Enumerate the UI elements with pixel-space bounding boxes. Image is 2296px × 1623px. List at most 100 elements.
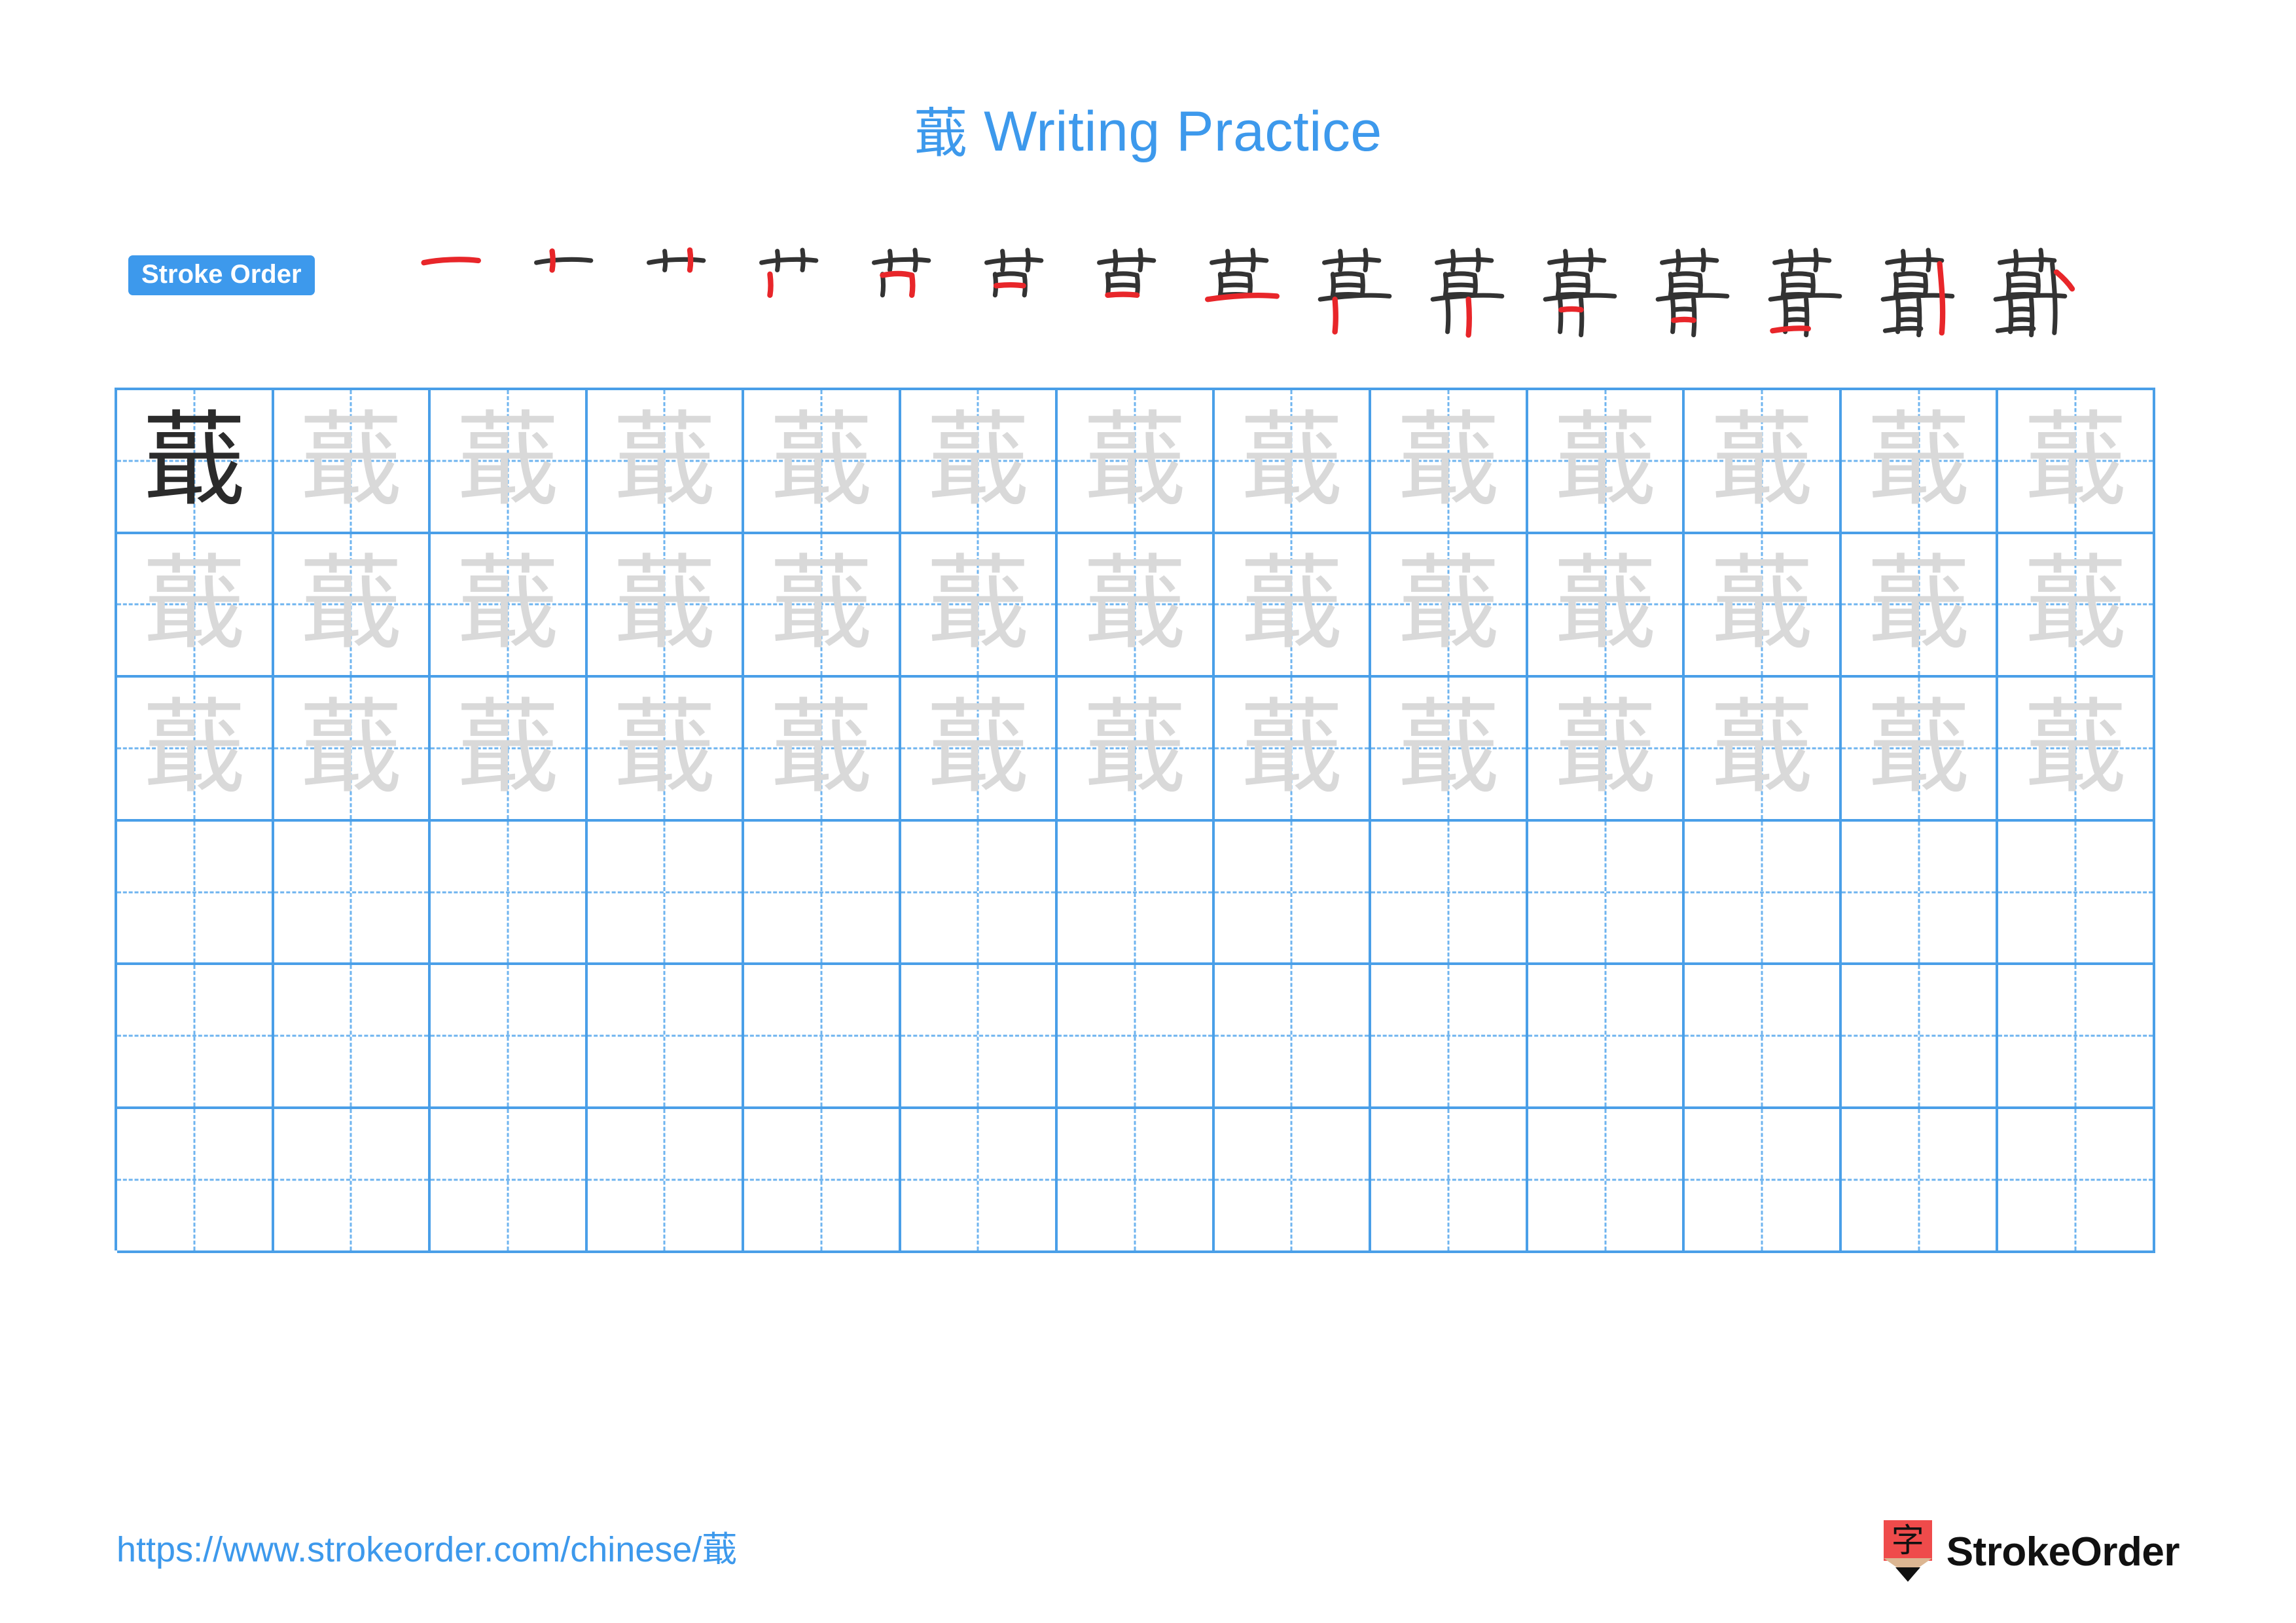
practice-cell[interactable]: 蕺 xyxy=(274,390,431,534)
stroke-existing xyxy=(647,257,706,265)
practice-cell[interactable] xyxy=(1841,965,1999,1109)
practice-cell[interactable]: 蕺 xyxy=(744,678,901,822)
stroke-existing xyxy=(872,257,931,265)
practice-cell[interactable] xyxy=(1528,1108,1685,1253)
practice-cell[interactable] xyxy=(431,965,588,1109)
stroke-existing xyxy=(534,257,594,265)
practice-cell[interactable]: 蕺 xyxy=(431,534,588,678)
trace-character: 蕺 xyxy=(2024,687,2128,809)
practice-cell[interactable] xyxy=(587,965,745,1109)
practice-cell[interactable] xyxy=(274,821,431,966)
practice-cell[interactable]: 蕺 xyxy=(901,390,1058,534)
practice-cell[interactable]: 蕺 xyxy=(1685,534,1842,678)
practice-cell[interactable]: 蕺 xyxy=(1214,534,1372,678)
practice-cell[interactable] xyxy=(117,1108,274,1253)
practice-cell[interactable]: 蕺 xyxy=(901,534,1058,678)
practice-cell[interactable] xyxy=(1058,1108,1215,1253)
practice-cell[interactable] xyxy=(1685,821,1842,966)
practice-cell[interactable]: 蕺 xyxy=(744,390,901,534)
practice-cell[interactable]: 蕺 xyxy=(1058,390,1215,534)
practice-cell[interactable]: 蕺 xyxy=(1058,678,1215,822)
practice-cell[interactable]: 蕺 xyxy=(1841,534,1999,678)
practice-cell[interactable]: 蕺 xyxy=(117,390,274,534)
trace-character: 蕺 xyxy=(1867,544,1971,665)
practice-cell[interactable]: 蕺 xyxy=(587,534,745,678)
practice-cell[interactable]: 蕺 xyxy=(1841,390,1999,534)
stroke-existing xyxy=(1998,257,2057,265)
practice-cell[interactable] xyxy=(1998,821,2155,966)
practice-cell[interactable] xyxy=(744,821,901,966)
practice-cell[interactable]: 蕺 xyxy=(1528,534,1685,678)
practice-cell[interactable] xyxy=(274,965,431,1109)
practice-cell[interactable] xyxy=(587,1108,745,1253)
practice-cell[interactable] xyxy=(1058,965,1215,1109)
practice-cell[interactable] xyxy=(1371,821,1528,966)
stroke-existing xyxy=(1435,257,1494,265)
practice-cell[interactable] xyxy=(901,821,1058,966)
practice-cell[interactable] xyxy=(1528,821,1685,966)
cell-horizontal-guide xyxy=(117,891,272,894)
practice-cell[interactable] xyxy=(1685,1108,1842,1253)
practice-cell[interactable] xyxy=(1998,965,2155,1109)
practice-cell[interactable]: 蕺 xyxy=(1998,390,2155,534)
practice-cell[interactable]: 蕺 xyxy=(1685,390,1842,534)
practice-cell[interactable]: 蕺 xyxy=(431,678,588,822)
footer-url[interactable]: https://www.strokeorder.com/chinese/蕺 xyxy=(117,1529,737,1571)
cell-horizontal-guide xyxy=(274,1178,429,1181)
stroke-order-step xyxy=(966,234,1079,350)
practice-cell[interactable] xyxy=(1214,965,1372,1109)
practice-cell[interactable] xyxy=(117,965,274,1109)
practice-cell[interactable] xyxy=(1058,821,1215,966)
practice-cell[interactable]: 蕺 xyxy=(1685,678,1842,822)
practice-cell[interactable] xyxy=(744,965,901,1109)
stroke-highlight xyxy=(880,270,916,298)
practice-cell[interactable] xyxy=(1998,1108,2155,1253)
practice-cell[interactable]: 蕺 xyxy=(274,678,431,822)
practice-cell[interactable]: 蕺 xyxy=(274,534,431,678)
practice-cell[interactable] xyxy=(1214,1108,1372,1253)
pencil-icon: 字 xyxy=(1883,1520,1932,1583)
practice-cell[interactable] xyxy=(1841,821,1999,966)
practice-cell[interactable]: 蕺 xyxy=(587,390,745,534)
stroke-highlight xyxy=(687,247,694,273)
practice-cell[interactable] xyxy=(901,1108,1058,1253)
practice-cell[interactable] xyxy=(1841,1108,1999,1253)
practice-cell[interactable]: 蕺 xyxy=(1528,390,1685,534)
practice-cell[interactable] xyxy=(1528,965,1685,1109)
practice-cell[interactable]: 蕺 xyxy=(901,678,1058,822)
practice-cell[interactable] xyxy=(744,1108,901,1253)
practice-cell[interactable] xyxy=(901,965,1058,1109)
trace-character: 蕺 xyxy=(299,687,403,809)
trace-character: 蕺 xyxy=(1553,687,1657,809)
practice-cell[interactable]: 蕺 xyxy=(1528,678,1685,822)
practice-cell[interactable]: 蕺 xyxy=(1371,678,1528,822)
practice-cell[interactable]: 蕺 xyxy=(431,390,588,534)
practice-cell[interactable]: 蕺 xyxy=(117,678,274,822)
practice-cell[interactable]: 蕺 xyxy=(744,534,901,678)
practice-cell[interactable]: 蕺 xyxy=(587,678,745,822)
practice-cell[interactable]: 蕺 xyxy=(1214,390,1372,534)
cell-horizontal-guide xyxy=(1528,1034,1683,1037)
practice-cell[interactable]: 蕺 xyxy=(1841,678,1999,822)
stroke-order-step-list xyxy=(403,234,2164,352)
practice-cell[interactable]: 蕺 xyxy=(1371,534,1528,678)
practice-cell[interactable] xyxy=(431,1108,588,1253)
practice-cell[interactable] xyxy=(587,821,745,966)
practice-cell[interactable] xyxy=(117,821,274,966)
title-suffix: Writing Practice xyxy=(967,100,1382,163)
practice-cell[interactable]: 蕺 xyxy=(1214,678,1372,822)
cell-horizontal-guide xyxy=(1998,891,2153,894)
practice-cell[interactable]: 蕺 xyxy=(1371,390,1528,534)
practice-cell[interactable] xyxy=(1371,965,1528,1109)
cell-horizontal-guide xyxy=(1214,891,1369,894)
practice-cell[interactable] xyxy=(1371,1108,1528,1253)
practice-cell[interactable] xyxy=(431,821,588,966)
brand-logo[interactable]: 字 StrokeOrder xyxy=(1883,1520,2180,1583)
practice-cell[interactable]: 蕺 xyxy=(117,534,274,678)
practice-cell[interactable]: 蕺 xyxy=(1998,678,2155,822)
practice-cell[interactable]: 蕺 xyxy=(1998,534,2155,678)
practice-cell[interactable] xyxy=(1685,965,1842,1109)
practice-cell[interactable] xyxy=(274,1108,431,1253)
practice-cell[interactable] xyxy=(1214,821,1372,966)
practice-cell[interactable]: 蕺 xyxy=(1058,534,1215,678)
